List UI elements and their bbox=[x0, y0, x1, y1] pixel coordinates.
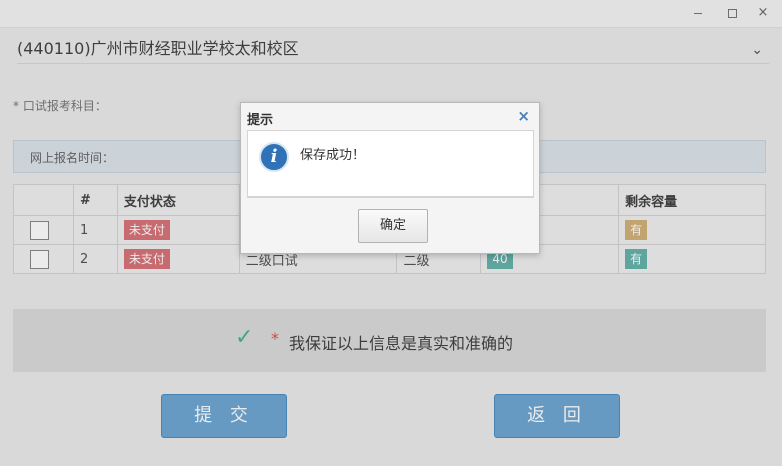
close-icon[interactable]: × bbox=[517, 107, 530, 125]
info-icon: i bbox=[259, 142, 289, 172]
dialog-body: i 保存成功！ bbox=[247, 130, 534, 197]
dialog-title: 提示 bbox=[247, 113, 274, 128]
ok-button[interactable]: 确定 bbox=[358, 209, 428, 243]
dialog-message: 保存成功！ bbox=[300, 148, 366, 163]
alert-dialog: 提示 × i 保存成功！ 确定 bbox=[240, 102, 540, 254]
dialog-footer: 确定 bbox=[247, 197, 534, 249]
